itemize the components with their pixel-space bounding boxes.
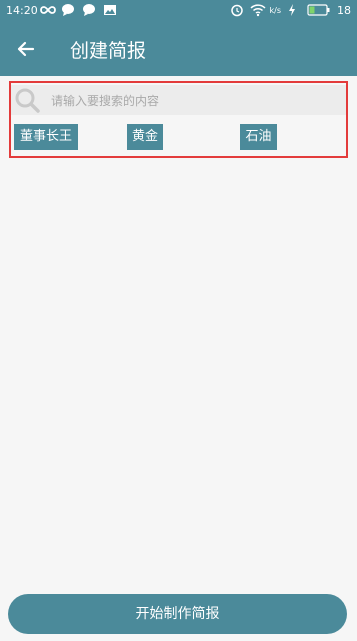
image-icon	[103, 3, 117, 17]
search-panel: 董事长王 黄金 石油	[9, 81, 348, 158]
back-button[interactable]	[12, 35, 40, 63]
app-bar: 创建简报	[0, 22, 357, 76]
tag-item[interactable]: 董事长王	[14, 124, 78, 150]
battery-icon	[307, 3, 331, 17]
search-row[interactable]	[11, 85, 346, 115]
page-title: 创建简报	[70, 40, 147, 62]
tag-item[interactable]: 黄金	[127, 124, 163, 150]
alarm-icon	[230, 3, 244, 17]
charging-icon	[287, 3, 301, 17]
network-speed-text: k/s	[269, 5, 282, 15]
arrow-left-icon[interactable]	[12, 35, 40, 63]
search-input[interactable]	[49, 89, 343, 113]
search-icon	[15, 88, 40, 113]
tag-item[interactable]: 石油	[240, 124, 277, 150]
wifi-icon	[249, 3, 266, 17]
chat-bubble-icon-2	[82, 3, 96, 17]
status-time: 14:20	[6, 4, 38, 17]
status-right: k/s 18	[230, 3, 351, 17]
chat-bubble-icon	[61, 3, 75, 17]
infinity-icon	[40, 3, 56, 17]
status-left-icons	[40, 3, 117, 17]
battery-level: 18	[337, 3, 351, 17]
status-bar: 14:20 k/s 18	[0, 0, 357, 22]
start-briefing-button[interactable]: 开始制作简报	[8, 594, 347, 634]
